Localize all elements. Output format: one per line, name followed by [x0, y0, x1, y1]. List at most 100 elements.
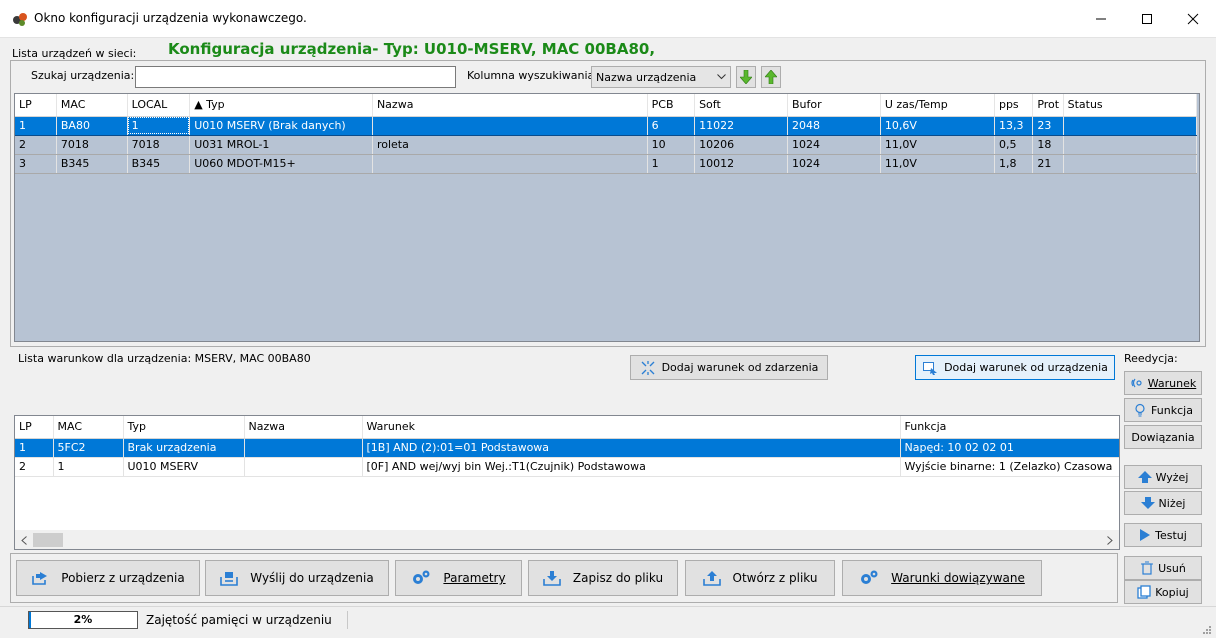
cell-nazwa[interactable]: roleta — [372, 135, 648, 155]
col-warunek[interactable]: Warunek — [362, 416, 901, 439]
sort-up-button[interactable] — [761, 66, 781, 88]
cell-mac[interactable]: BA80 — [56, 116, 128, 136]
parameters-button[interactable]: Parametry — [395, 560, 522, 596]
bindings-button[interactable]: Dowiązania — [1124, 425, 1202, 449]
cell-funkcja[interactable]: Wyjście binarne: 1 (Zelazko) Czasowa — [900, 457, 1119, 477]
send-to-device-button[interactable]: Wyślij do urządzenia — [205, 560, 389, 596]
cell-soft[interactable]: 10206 — [694, 135, 788, 155]
cell-nazwa[interactable] — [372, 116, 648, 136]
cell-funkcja[interactable]: Napęd: 10 02 02 01 — [900, 438, 1119, 458]
edit-function-button[interactable]: Funkcja — [1124, 398, 1202, 422]
edit-condition-button[interactable]: Warunek — [1124, 371, 1202, 395]
cell-mac[interactable]: 1 — [53, 457, 124, 477]
cell-mac[interactable]: 7018 — [56, 135, 128, 155]
cell-soft[interactable]: 10012 — [694, 154, 788, 174]
cell-nazwa[interactable] — [244, 457, 363, 477]
col-local[interactable]: LOCAL — [127, 94, 191, 117]
cell-bufor[interactable]: 2048 — [787, 116, 881, 136]
col-u-zas[interactable]: U zas/Temp — [880, 94, 995, 117]
cell-mac[interactable]: 5FC2 — [53, 438, 124, 458]
cell-nazwa[interactable] — [372, 154, 648, 174]
col-typ[interactable]: Typ — [123, 416, 245, 439]
cell-local[interactable]: B345 — [127, 154, 191, 174]
cell-pps[interactable]: 13,3 — [994, 116, 1034, 136]
close-button[interactable] — [1170, 0, 1216, 38]
cell-u-zas[interactable]: 10,6V — [880, 116, 995, 136]
cell-lp[interactable]: 2 — [15, 135, 57, 155]
table-row[interactable]: 2 1 U010 MSERV [0F] AND wej/wyj bin Wej.… — [15, 457, 1119, 477]
cell-typ[interactable]: U060 MDOT-M15+ — [189, 154, 373, 174]
add-event-condition-button[interactable]: Dodaj warunek od zdarzenia — [630, 355, 828, 380]
cell-typ[interactable]: U031 MROL-1 — [189, 135, 373, 155]
cell-bufor[interactable]: 1024 — [787, 135, 881, 155]
add-device-condition-button[interactable]: Dodaj warunek od urządzenia — [915, 355, 1115, 380]
col-pcb[interactable]: PCB — [647, 94, 696, 117]
scroll-left-button[interactable] — [17, 533, 31, 547]
col-pps[interactable]: pps — [994, 94, 1034, 117]
col-nazwa[interactable]: Nazwa — [244, 416, 363, 439]
cell-prot[interactable]: 21 — [1032, 154, 1064, 174]
col-lp[interactable]: LP — [15, 94, 57, 117]
col-prot[interactable]: Prot — [1032, 94, 1064, 117]
table-row[interactable]: 1 BA80 1 U010 MSERV (Brak danych) 6 1102… — [15, 116, 1198, 136]
cell-lp[interactable]: 1 — [15, 116, 57, 136]
test-button[interactable]: Testuj — [1124, 523, 1202, 547]
cell-nazwa[interactable] — [244, 438, 363, 458]
cell-mac[interactable]: B345 — [56, 154, 128, 174]
cell-u-zas[interactable]: 11,0V — [880, 135, 995, 155]
cell-u-zas[interactable]: 11,0V — [880, 154, 995, 174]
cell-bufor[interactable]: 1024 — [787, 154, 881, 174]
cell-typ[interactable]: Brak urządzenia — [123, 438, 245, 458]
linked-conditions-button[interactable]: Warunki dowiązywane — [842, 560, 1042, 596]
cell-status[interactable] — [1063, 154, 1198, 174]
cell-pps[interactable]: 0,5 — [994, 135, 1034, 155]
conditions-grid[interactable]: LP MAC Typ Nazwa Warunek Funkcja 1 5FC2 … — [14, 415, 1120, 550]
cell-lp[interactable]: 3 — [15, 154, 57, 174]
cell-status[interactable] — [1063, 116, 1198, 136]
col-mac[interactable]: MAC — [53, 416, 124, 439]
col-bufor[interactable]: Bufor — [787, 94, 881, 117]
cell-pcb[interactable]: 1 — [647, 154, 696, 174]
cell-typ[interactable]: U010 MSERV (Brak danych) — [189, 116, 373, 136]
cell-soft[interactable]: 11022 — [694, 116, 788, 136]
table-row[interactable]: 3 B345 B345 U060 MDOT-M15+ 1 10012 1024 … — [15, 154, 1198, 174]
download-from-device-button[interactable]: Pobierz z urządzenia — [16, 560, 200, 596]
maximize-button[interactable] — [1124, 0, 1170, 38]
search-input[interactable] — [135, 66, 456, 88]
cell-local[interactable]: 1 — [127, 116, 191, 136]
col-typ[interactable]: ▲ Typ — [189, 94, 373, 117]
copy-button[interactable]: Kopiuj — [1124, 580, 1202, 604]
open-from-file-button[interactable]: Otwórz z pliku — [685, 560, 835, 596]
cell-warunek[interactable]: [0F] AND wej/wyj bin Wej.:T1(Czujnik) Po… — [362, 457, 901, 477]
delete-button[interactable]: Usuń — [1124, 556, 1202, 580]
scroll-thumb[interactable] — [33, 533, 63, 547]
cell-prot[interactable]: 18 — [1032, 135, 1064, 155]
col-nazwa[interactable]: Nazwa — [372, 94, 648, 117]
table-row[interactable]: 2 7018 7018 U031 MROL-1 roleta 10 10206 … — [15, 135, 1198, 155]
cell-pcb[interactable]: 6 — [647, 116, 696, 136]
cell-prot[interactable]: 23 — [1032, 116, 1064, 136]
save-to-file-button[interactable]: Zapisz do pliku — [528, 560, 678, 596]
sort-down-button[interactable] — [736, 66, 756, 88]
resize-grip-icon[interactable] — [1202, 625, 1212, 635]
cell-warunek[interactable]: [1B] AND (2):01=01 Podstawowa — [362, 438, 901, 458]
cell-lp[interactable]: 1 — [15, 438, 54, 458]
col-soft[interactable]: Soft — [694, 94, 788, 117]
table-row[interactable]: 1 5FC2 Brak urządzenia [1B] AND (2):01=0… — [15, 438, 1119, 458]
cell-typ[interactable]: U010 MSERV — [123, 457, 245, 477]
horizontal-scrollbar[interactable] — [15, 530, 1119, 549]
cell-status[interactable] — [1063, 135, 1198, 155]
search-column-select[interactable]: Nazwa urządzenia — [591, 66, 731, 88]
cell-lp[interactable]: 2 — [15, 457, 54, 477]
col-mac[interactable]: MAC — [56, 94, 128, 117]
cell-pps[interactable]: 1,8 — [994, 154, 1034, 174]
move-down-button[interactable]: Niżej — [1124, 491, 1202, 515]
col-funkcja[interactable]: Funkcja — [900, 416, 1119, 439]
cell-pcb[interactable]: 10 — [647, 135, 696, 155]
cell-local[interactable]: 7018 — [127, 135, 191, 155]
device-grid[interactable]: LP MAC LOCAL ▲ Typ Nazwa PCB Soft Bufor … — [14, 93, 1200, 342]
scroll-right-button[interactable] — [1103, 533, 1117, 547]
move-up-button[interactable]: Wyżej — [1124, 465, 1202, 489]
minimize-button[interactable] — [1078, 0, 1124, 38]
col-status[interactable]: Status — [1063, 94, 1198, 117]
